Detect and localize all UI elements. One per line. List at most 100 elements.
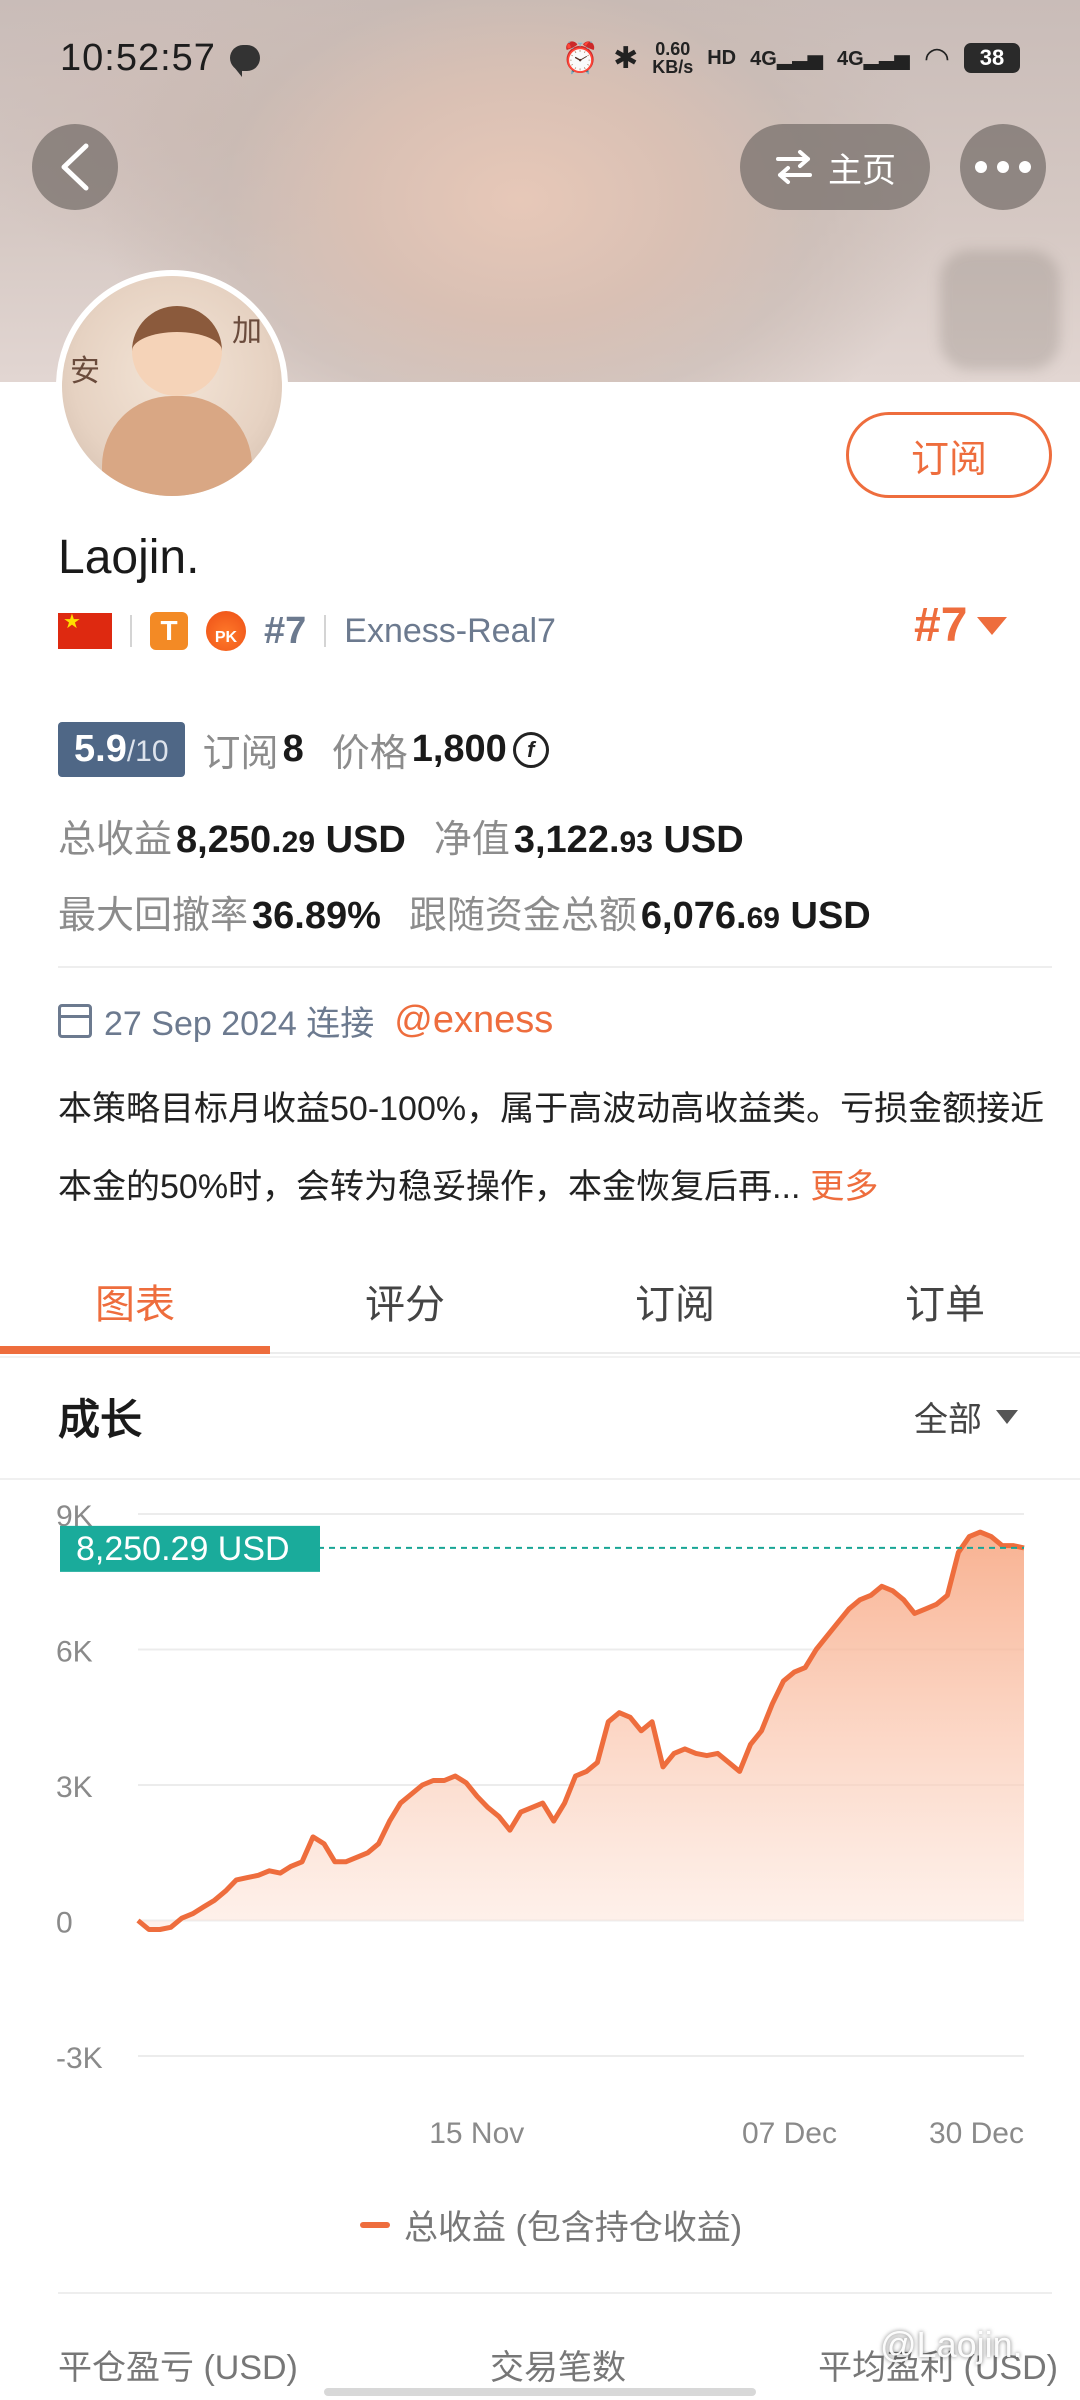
rank-dropdown[interactable]: #7: [914, 598, 1008, 653]
rank-badge: #7: [264, 609, 307, 652]
x-tick-label: 15 Nov: [429, 2117, 524, 2150]
coin-icon: f: [512, 731, 549, 768]
y-tick-label: 0: [56, 1907, 73, 1940]
price-value: 1,800: [411, 728, 507, 770]
connect-date: 27 Sep 2024 连接: [104, 1005, 375, 1043]
signal-2-icon: 4G▂▃▅: [836, 47, 910, 70]
trader-name: Laojin.: [58, 531, 200, 584]
y-tick-label: 3K: [56, 1771, 93, 1804]
avatar-decoration: 加: [232, 314, 262, 349]
header-closed-pnl: 平仓盈亏 (USD): [58, 2349, 298, 2387]
header-trade-count: 交易笔数: [490, 2349, 626, 2387]
chart-legend: 总收益 (包含持仓收益): [360, 2200, 742, 2249]
status-indicators: ⏰ ✱ 0.60 KB/s HD 4G▂▃▅ 4G▂▃▅ ◠ 38: [562, 40, 1020, 76]
follow-funds-value: 6,076.69 USD: [641, 895, 871, 938]
home-indicator[interactable]: [324, 2388, 756, 2396]
divider: [58, 2292, 1052, 2294]
china-flag-icon: [58, 609, 112, 649]
follow-funds-unit: USD: [790, 895, 871, 937]
swap-icon: [776, 150, 812, 184]
legend-swatch: [360, 2221, 390, 2228]
y-axis: 9K6K3K0-3K: [56, 1500, 103, 2075]
broker-handle-link[interactable]: @exness: [394, 999, 553, 1042]
total-profit-unit: USD: [325, 819, 406, 861]
tab-orders[interactable]: 订单: [810, 1250, 1080, 1352]
profit-row: 总收益 8,250.29 USD 净值 3,122.93 USD: [58, 808, 772, 863]
subscribe-button[interactable]: 订阅: [846, 412, 1052, 498]
network-speed-value: 0.60: [655, 39, 691, 59]
alarm-icon: ⏰: [561, 41, 600, 75]
divider: [58, 966, 1052, 968]
subscriber-label: 订阅: [202, 733, 279, 775]
follow-funds-int: 6,076.: [640, 895, 747, 937]
follow-funds-label: 跟随资金总额: [408, 895, 637, 937]
price-label: 价格: [331, 733, 408, 775]
type-badge: T: [150, 612, 188, 650]
drawdown-row: 最大回撤率 36.89% 跟随资金总额 6,076.69 USD: [58, 884, 899, 939]
avatar-face: [132, 306, 222, 396]
equity-value: 3,122.93 USD: [514, 819, 744, 862]
strategy-description: 本策略目标月收益50-100%，属于高波动高收益类。亏损金额接近本金的50%时，…: [58, 1070, 1048, 1226]
avatar-body: [102, 396, 252, 496]
avatar[interactable]: 安 加: [56, 270, 288, 502]
home-button-label: 主页: [828, 151, 896, 190]
account-name: Exness-Real7: [344, 611, 556, 650]
message-icon: [229, 45, 260, 77]
section-divider: [0, 1356, 1080, 1358]
x-axis: 15 Nov 07 Dec 30 Dec: [429, 2117, 1024, 2150]
range-dropdown[interactable]: 全部: [914, 1392, 1018, 1441]
x-tick-label: 30 Dec: [929, 2117, 1024, 2150]
score-badge: 5.9 /10: [58, 722, 185, 777]
wifi-icon: ◠: [923, 41, 950, 75]
rank-value: #7: [914, 599, 968, 652]
growth-chart[interactable]: 9K6K3K0-3K 15 Nov 07 Dec 30 Dec 8,250.29 U…: [0, 1500, 1080, 2160]
content-tabs: 图表 评分 订阅 订单: [0, 1250, 1080, 1354]
caret-down-icon: [996, 1409, 1018, 1424]
avatar-decoration: 安: [70, 354, 100, 389]
divider: [0, 1478, 1080, 1480]
home-button[interactable]: 主页: [740, 124, 930, 210]
tab-rating[interactable]: 评分: [270, 1250, 540, 1352]
status-time: 10:52:57: [60, 36, 216, 79]
equity-unit: USD: [663, 819, 744, 861]
score-value: 5.9: [74, 728, 127, 770]
more-options-button[interactable]: [960, 124, 1046, 210]
hd-icon: HD: [707, 46, 737, 69]
range-label: 全部: [914, 1401, 982, 1439]
separator: [130, 615, 132, 647]
more-link[interactable]: 更多: [810, 1168, 878, 1206]
equity-dec: 93: [619, 826, 653, 859]
pk-flame-icon: PK: [206, 611, 246, 651]
caret-down-icon: [977, 616, 1008, 635]
current-value-label: 8,250.29 USD: [76, 1530, 290, 1568]
drawdown-value: 36.89%: [252, 895, 381, 937]
back-button[interactable]: [32, 124, 118, 210]
separator: [324, 615, 327, 647]
drawdown-label: 最大回撤率: [58, 895, 249, 937]
y-tick-label: 6K: [56, 1636, 93, 1669]
tab-subscribe[interactable]: 订阅: [540, 1250, 810, 1352]
battery-icon: 38: [964, 43, 1020, 73]
total-profit-label: 总收益: [58, 819, 173, 861]
subscriber-count: 8: [282, 728, 304, 770]
signal-2-label: 4G: [836, 47, 864, 70]
connect-info: 27 Sep 2024 连接 @exness: [58, 996, 553, 1045]
x-tick-label: 07 Dec: [742, 2117, 837, 2150]
legend-label: 总收益 (包含持仓收益): [404, 2209, 743, 2247]
watermark: @Laojin.: [880, 2324, 1023, 2365]
more-dots-icon: [975, 161, 1031, 173]
equity-int: 3,122.: [513, 819, 620, 861]
chevron-left-icon: [61, 143, 89, 191]
banner-decoration: [940, 250, 1060, 370]
signal-1-icon: 4G▂▃▅: [750, 47, 823, 70]
tab-chart[interactable]: 图表: [0, 1250, 270, 1354]
total-profit-value: 8,250.29 USD: [176, 819, 406, 862]
network-speed: 0.60 KB/s: [652, 40, 693, 76]
calendar-icon: [58, 1003, 92, 1038]
status-bar: 10:52:57 ⏰ ✱ 0.60 KB/s HD 4G▂▃▅ 4G▂▃▅ ◠ …: [0, 0, 1080, 116]
signal-1-label: 4G: [750, 47, 777, 70]
follow-funds-dec: 69: [746, 902, 780, 935]
description-text: 本策略目标月收益50-100%，属于高波动高收益类。亏损金额接近本金的50%时，…: [58, 1090, 1045, 1206]
y-tick-label: -3K: [56, 2042, 103, 2075]
total-profit-dec: 29: [281, 826, 316, 859]
